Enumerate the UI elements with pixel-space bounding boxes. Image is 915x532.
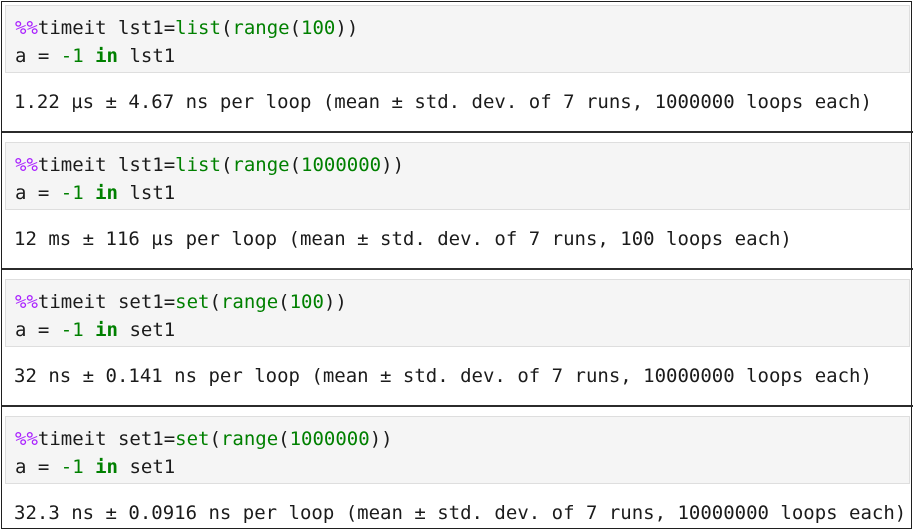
builtin-function: set (175, 291, 210, 313)
code-input-box[interactable]: %%timeit set1=set(range(1000000)) a = -1… (5, 416, 910, 484)
open-paren: ( (209, 291, 221, 313)
close-parens: )) (369, 428, 393, 450)
open-paren: ( (220, 154, 233, 176)
cell-output: 32.3 ns ± 0.0916 ns per loop (mean ± std… (14, 502, 907, 524)
cell-output: 32 ns ± 0.141 ns per loop (mean ± std. d… (14, 365, 872, 387)
magic-prefix: %% (15, 291, 38, 313)
code-input-box[interactable]: %%timeit lst1=list(range(100)) a = -1 in… (5, 5, 910, 73)
builtin-function: set (175, 428, 210, 450)
inner-open-paren: ( (278, 428, 290, 450)
magic-command: timeit (37, 428, 118, 450)
range-function: range (220, 428, 279, 450)
magic-command: timeit (37, 154, 118, 176)
in-keyword: in (95, 456, 118, 478)
target-variable: lst1 (118, 182, 176, 204)
magic-prefix: %% (15, 428, 38, 450)
close-parens: )) (335, 17, 359, 39)
magic-prefix: %% (15, 17, 38, 39)
cell-output: 12 ms ± 116 µs per loop (mean ± std. dev… (14, 228, 792, 250)
magic-prefix: %% (15, 154, 38, 176)
in-keyword: in (95, 182, 118, 204)
range-argument: 1000000 (301, 154, 382, 176)
in-keyword: in (95, 45, 118, 67)
cell-divider (2, 268, 913, 270)
variable-assignment: lst1= (117, 17, 176, 39)
assign-a: a = (15, 45, 61, 67)
target-variable: set1 (118, 456, 176, 478)
negative-one: -1 (60, 319, 84, 341)
close-parens: )) (323, 291, 347, 313)
variable-assignment: set1= (117, 291, 176, 313)
builtin-function: list (175, 154, 221, 176)
inner-open-paren: ( (289, 17, 302, 39)
open-paren: ( (209, 428, 221, 450)
cell-output: 1.22 µs ± 4.67 ns per loop (mean ± std. … (14, 91, 872, 113)
cell-divider (2, 131, 913, 133)
target-variable: lst1 (118, 45, 176, 67)
assign-a: a = (15, 319, 61, 341)
negative-one: -1 (60, 182, 84, 204)
code-line: %%timeit lst1=list(range(100)) (15, 16, 358, 40)
negative-one: -1 (60, 45, 84, 67)
range-function: range (232, 17, 290, 39)
range-argument: 100 (301, 17, 336, 39)
inner-open-paren: ( (289, 154, 302, 176)
code-line: a = -1 in set1 (15, 318, 175, 342)
range-argument: 100 (289, 291, 324, 313)
open-paren: ( (220, 17, 233, 39)
negative-one: -1 (60, 456, 84, 478)
builtin-function: list (175, 17, 221, 39)
code-line: %%timeit lst1=list(range(1000000)) (15, 153, 404, 177)
code-line: %%timeit set1=set(range(1000000)) (15, 427, 393, 451)
assign-a: a = (15, 456, 61, 478)
in-keyword: in (95, 319, 118, 341)
code-line: a = -1 in lst1 (15, 181, 175, 205)
notebook-frame: %%timeit lst1=list(range(100)) a = -1 in… (1, 1, 913, 529)
inner-open-paren: ( (278, 291, 290, 313)
code-line: %%timeit set1=set(range(100)) (15, 290, 347, 314)
code-line: a = -1 in set1 (15, 455, 175, 479)
range-function: range (232, 154, 290, 176)
code-input-box[interactable]: %%timeit set1=set(range(100)) a = -1 in … (5, 279, 910, 347)
code-line: a = -1 in lst1 (15, 44, 175, 68)
assign-a: a = (15, 182, 61, 204)
target-variable: set1 (118, 319, 176, 341)
close-parens: )) (381, 154, 405, 176)
magic-command: timeit (37, 291, 118, 313)
variable-assignment: set1= (117, 428, 176, 450)
range-function: range (220, 291, 279, 313)
cell-divider (2, 405, 913, 407)
code-input-box[interactable]: %%timeit lst1=list(range(1000000)) a = -… (5, 142, 910, 210)
variable-assignment: lst1= (117, 154, 176, 176)
magic-command: timeit (37, 17, 118, 39)
range-argument: 1000000 (289, 428, 370, 450)
